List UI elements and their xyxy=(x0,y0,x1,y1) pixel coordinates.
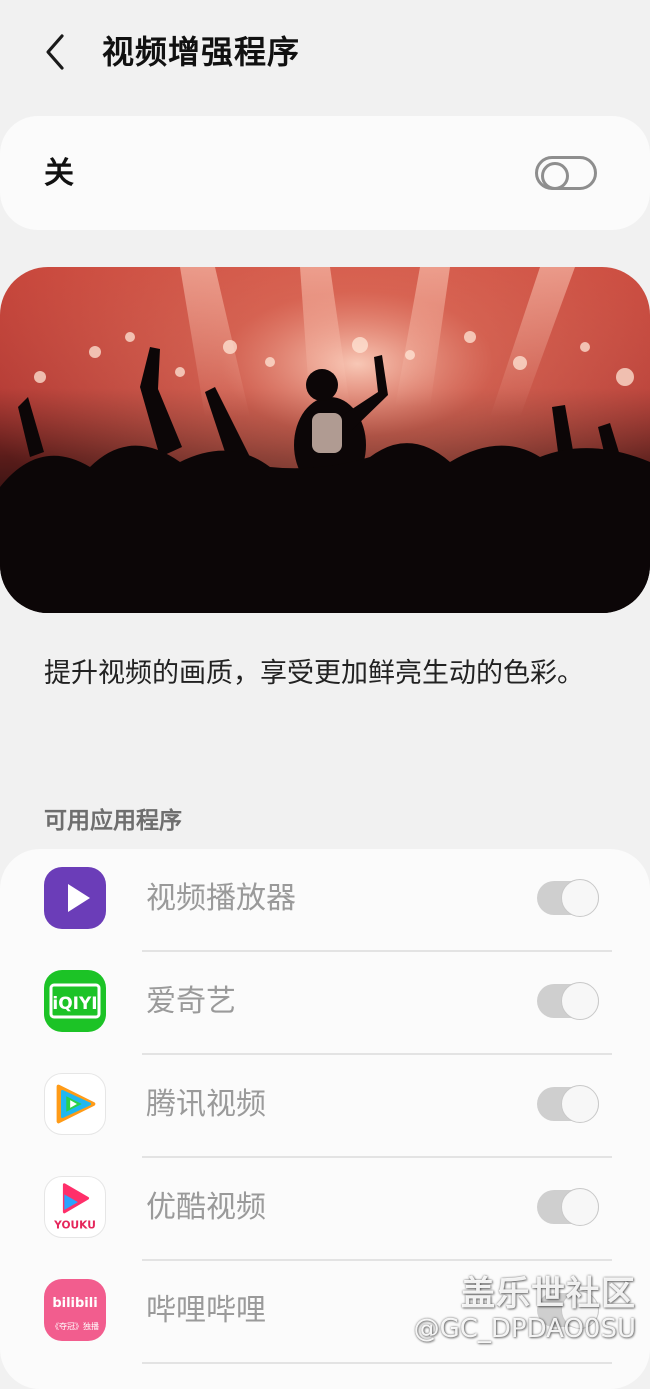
app-toggle-tencent-video[interactable] xyxy=(537,1085,599,1123)
back-button[interactable] xyxy=(36,28,80,76)
master-switch-toggle[interactable] xyxy=(535,156,597,190)
list-item-video-player[interactable]: 视频播放器 xyxy=(0,849,650,952)
app-name: 视频播放器 xyxy=(146,881,296,916)
toggle-knob xyxy=(561,1085,599,1123)
master-switch-row[interactable]: 关 xyxy=(0,116,650,230)
list-item-youku[interactable]: YOUKU 优酷视频 xyxy=(0,1158,650,1261)
bilibili-icon-text: bilibili xyxy=(52,1296,97,1311)
youku-icon-text: YOUKU xyxy=(53,1218,96,1231)
toggle-knob xyxy=(561,879,599,917)
back-arrow-icon xyxy=(46,34,64,70)
app-name: 爱奇艺 xyxy=(146,984,236,1019)
toggle-knob xyxy=(541,162,569,190)
divider xyxy=(142,1362,612,1364)
watermark-user-handle: @GC_DPDAO0SU xyxy=(413,1314,636,1344)
app-name: 哔哩哔哩 xyxy=(146,1293,266,1328)
iqiyi-icon-text: iQIYI xyxy=(52,994,97,1014)
page-title: 视频增强程序 xyxy=(102,33,301,71)
app-toggle-youku[interactable] xyxy=(537,1188,599,1226)
header: 视频增强程序 xyxy=(0,0,650,110)
app-name: 优酷视频 xyxy=(146,1190,266,1225)
youku-icon: YOUKU xyxy=(44,1176,106,1238)
video-player-icon xyxy=(44,867,106,929)
bilibili-icon: bilibili 《夺冠》独播 xyxy=(44,1279,106,1341)
hero-image xyxy=(0,267,650,613)
tencent-video-icon xyxy=(44,1073,106,1135)
list-item-tencent-video[interactable]: 腾讯视频 xyxy=(0,1055,650,1158)
bilibili-icon-subtext: 《夺冠》独播 xyxy=(51,1321,99,1331)
toggle-knob xyxy=(561,982,599,1020)
toggle-knob xyxy=(561,1188,599,1226)
list-item-iqiyi[interactable]: iQIYI 爱奇艺 xyxy=(0,952,650,1055)
section-header-available-apps: 可用应用程序 xyxy=(44,808,182,834)
master-switch-label: 关 xyxy=(44,156,74,191)
app-name: 腾讯视频 xyxy=(146,1087,266,1122)
app-toggle-video-player[interactable] xyxy=(537,879,599,917)
watermark-community: 盖乐世社区 xyxy=(461,1274,636,1314)
concert-illustration xyxy=(0,267,650,613)
app-toggle-iqiyi[interactable] xyxy=(537,982,599,1020)
feature-description: 提升视频的画质，享受更加鲜亮生动的色彩。 xyxy=(44,658,584,689)
iqiyi-icon: iQIYI xyxy=(44,970,106,1032)
